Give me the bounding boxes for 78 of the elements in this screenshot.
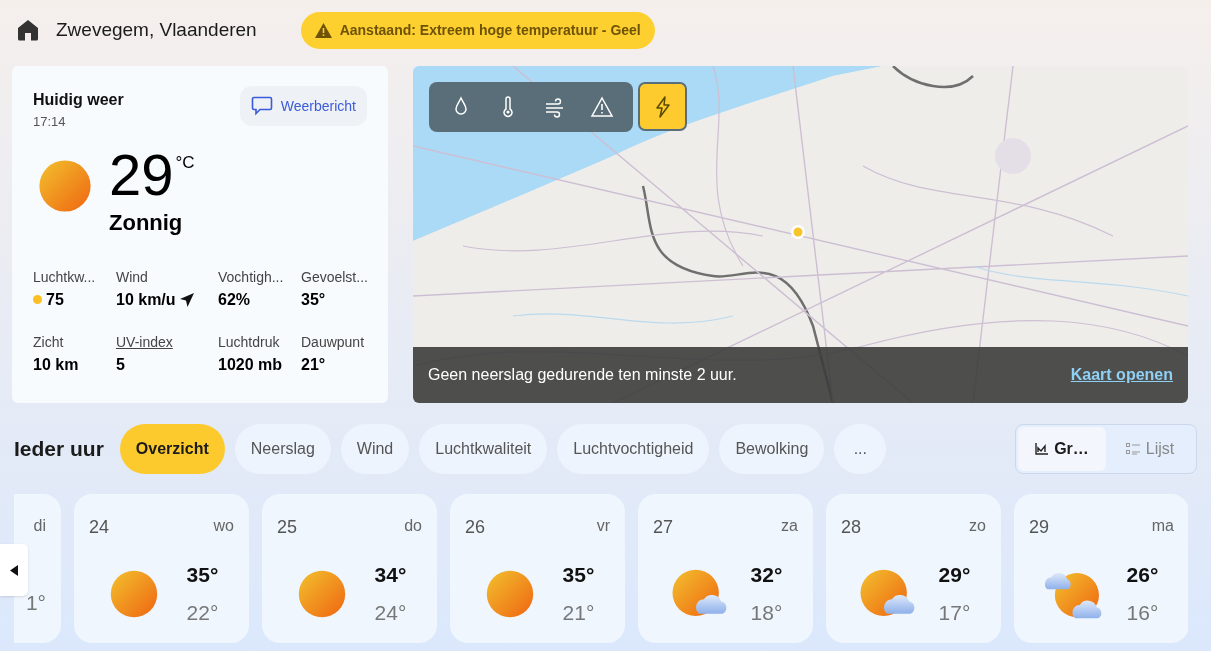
high-temp: 35°	[562, 562, 595, 588]
low-temp: 24°	[374, 599, 407, 626]
date-text: 26	[465, 516, 486, 539]
detail-value: 10 km	[33, 354, 79, 375]
low-temp: 18°	[750, 599, 783, 626]
detail-value: 5	[116, 354, 125, 375]
detail-value: 75	[46, 289, 64, 310]
precipitation-text: Geen neerslag gedurende ten minste 2 uur.	[428, 365, 737, 385]
section-title: Ieder uur	[14, 436, 104, 463]
alert-badge[interactable]: Aanstaand: Extreem hoge temperatuur - Geel	[300, 11, 655, 49]
detail-label: Luchtdruk	[218, 332, 281, 352]
date-text: 29	[1029, 516, 1050, 539]
filter-tab[interactable]: ...	[834, 424, 887, 474]
filter-tab[interactable]: Wind	[340, 424, 410, 474]
chat-icon	[250, 96, 273, 116]
low-temp: 17°	[938, 599, 971, 626]
home-icon[interactable]	[16, 18, 40, 42]
detail-label: Vochtigh...	[218, 267, 285, 287]
time-text: 17:14	[33, 113, 67, 131]
low-temp: 16°	[1126, 599, 1159, 626]
day-card[interactable]: di 1°	[14, 494, 61, 643]
open-map-link[interactable]: Kaart openen	[1070, 363, 1173, 387]
day-card[interactable]: 25 do 34° 24°	[262, 494, 437, 643]
high-temp: 29°	[938, 562, 971, 588]
chart-icon	[1035, 443, 1049, 455]
view-option[interactable]: Gr…	[1018, 427, 1106, 471]
high-temp: 26°	[1126, 562, 1159, 588]
detail-value: 10 km/u	[116, 289, 176, 310]
map-layer-button[interactable]	[638, 82, 687, 131]
filter-tab[interactable]: Luchtkwaliteit	[419, 424, 548, 474]
warning-icon	[314, 22, 332, 38]
scroll-left-button[interactable]	[0, 544, 28, 596]
detail-label: Zicht	[33, 332, 65, 352]
low-temp: 1°	[25, 590, 46, 616]
high-temp: 35°	[186, 562, 219, 588]
weekday-text: ma	[1151, 516, 1174, 536]
unit-text: °C	[175, 151, 195, 174]
weekday-text: wo	[213, 516, 234, 536]
day-card[interactable]: 29 ma 26° 16°	[1014, 494, 1188, 643]
card-title: Huidig weer	[33, 90, 124, 110]
detail-label: Dauwpunt	[301, 332, 366, 352]
detail-value: 35°	[301, 289, 326, 310]
day-card[interactable]: 26 vr 35° 21°	[450, 494, 625, 643]
detail-value: 21°	[301, 354, 326, 375]
weekday-text: za	[781, 516, 798, 536]
date-text: 24	[89, 516, 110, 539]
forecast-button[interactable]: Weerbericht	[239, 86, 367, 126]
filter-tab[interactable]: Overzicht	[119, 424, 225, 474]
weekday-text: di	[33, 516, 46, 536]
low-temp: 21°	[562, 599, 595, 626]
weekday-text: zo	[969, 516, 986, 536]
day-card[interactable]: 24 wo 35° 22°	[74, 494, 249, 643]
temperature-text: 29	[109, 143, 174, 206]
filter-tab[interactable]: Luchtvochtigheid	[557, 424, 710, 474]
low-temp: 22°	[186, 599, 219, 626]
detail-label: Gevoelst...	[301, 267, 369, 287]
high-temp: 34°	[374, 562, 407, 588]
filter-tab[interactable]: Neerslag	[234, 424, 331, 474]
detail-value: 62%	[218, 289, 251, 310]
condition-text: Zonnig	[109, 208, 184, 237]
weekday-text: vr	[596, 516, 610, 536]
day-card[interactable]: 28 zo 29° 17°	[826, 494, 1001, 643]
detail-value: 1020 mb	[218, 354, 283, 375]
date-text: 27	[653, 516, 674, 539]
day-card[interactable]: 27 za 32° 18°	[638, 494, 813, 643]
detail-label: Wind	[116, 267, 149, 287]
detail-label: Luchtkw...	[33, 267, 97, 287]
weekday-text: do	[404, 516, 422, 536]
caret-left-icon	[10, 564, 18, 576]
warning-icon	[589, 95, 614, 119]
high-temp: 32°	[750, 562, 783, 588]
wind-direction-icon	[179, 292, 194, 307]
filter-tab[interactable]: Bewolking	[719, 424, 825, 474]
uv-index-link[interactable]: UV-index	[116, 331, 218, 353]
list-icon	[1125, 443, 1140, 455]
location-title: Zwevegem, Vlaanderen	[56, 17, 257, 42]
date-text: 25	[277, 516, 298, 539]
date-text: 28	[841, 516, 862, 539]
